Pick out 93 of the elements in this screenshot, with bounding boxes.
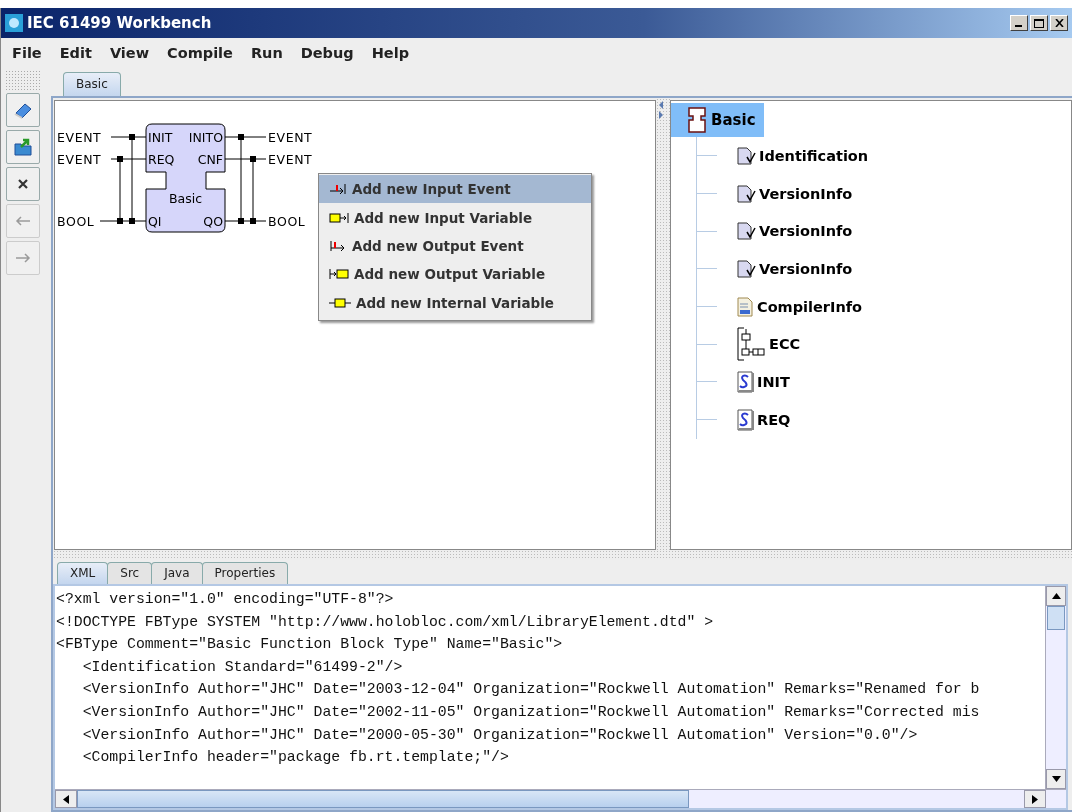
port-label: QO bbox=[203, 214, 223, 229]
splitter-arrows-icon[interactable] bbox=[658, 100, 664, 120]
document-icon bbox=[736, 259, 756, 278]
code-line: <Identification Standard="61499-2"/> bbox=[81, 657, 404, 677]
xml-editor[interactable] bbox=[55, 586, 1045, 789]
toolbar-button[interactable] bbox=[6, 93, 40, 127]
menu-item[interactable]: Add new Internal Variable bbox=[319, 288, 591, 317]
left-arrow-icon bbox=[15, 216, 31, 226]
menu-item[interactable]: Add new Output Variable bbox=[319, 260, 591, 289]
output-event-icon bbox=[329, 239, 347, 252]
connection-line bbox=[224, 136, 267, 138]
state-chart-icon bbox=[736, 327, 766, 362]
tree-item[interactable]: CompilerInfo bbox=[734, 295, 864, 318]
left-arrow-icon bbox=[63, 794, 69, 804]
toolbar-button[interactable] bbox=[6, 130, 40, 164]
menu-item[interactable]: Run bbox=[241, 45, 292, 61]
close-icon bbox=[1054, 19, 1064, 27]
menu-item[interactable]: Add new Input Variable bbox=[319, 203, 591, 232]
port-label: CNF bbox=[197, 152, 223, 167]
tree-item[interactable]: INIT bbox=[734, 369, 792, 394]
tree-item[interactable]: REQ bbox=[734, 407, 793, 432]
editor-tab[interactable]: Basic bbox=[63, 72, 121, 96]
output-variable-icon bbox=[329, 268, 349, 281]
menu-item[interactable]: View bbox=[100, 45, 159, 61]
script-icon bbox=[736, 408, 754, 431]
code-line: <CompilerInfo header="package fb.rt.template;"/> bbox=[81, 748, 510, 768]
document-icon bbox=[736, 222, 756, 241]
tree-item[interactable]: Basic bbox=[671, 103, 764, 137]
internal-variable-icon bbox=[329, 296, 351, 309]
maximize-button[interactable] bbox=[1030, 15, 1048, 31]
connection-line bbox=[110, 158, 147, 160]
menu-item[interactable]: Add new Output Event bbox=[319, 231, 591, 261]
function-block-icon bbox=[687, 107, 707, 133]
tab[interactable]: XML bbox=[57, 562, 109, 584]
function-block[interactable] bbox=[145, 123, 226, 233]
minimize-button[interactable] bbox=[1010, 15, 1028, 31]
down-arrow-icon bbox=[1051, 776, 1061, 782]
code-line: <!DOCTYPE FBType SYSTEM "http://www.holobloc.com/xml/LibraryElement.dtd" > bbox=[56, 612, 715, 632]
scrollbar-thumb[interactable] bbox=[1047, 606, 1065, 630]
type-label: BOOL bbox=[57, 214, 95, 229]
port-label: INIT bbox=[148, 130, 173, 145]
tree-item[interactable]: VersionInfo bbox=[734, 183, 855, 204]
document-icon bbox=[736, 184, 756, 203]
tree-item[interactable]: VersionInfo bbox=[734, 258, 855, 279]
menu-item[interactable]: File bbox=[3, 45, 51, 61]
horizontal-scrollbar[interactable] bbox=[55, 789, 1066, 808]
menu-item[interactable]: Compile bbox=[158, 45, 242, 61]
type-label: EVENT bbox=[268, 152, 313, 167]
vertical-scrollbar[interactable] bbox=[1045, 586, 1066, 789]
input-variable-icon bbox=[329, 211, 349, 224]
port-label: QI bbox=[148, 214, 162, 229]
right-arrow-icon bbox=[1032, 794, 1038, 804]
code-line: <VersionInfo Author="JHC" Date="2003-12-04" Organization="Rockwell Automation" Remarks="Renamed for b bbox=[81, 680, 981, 700]
tab[interactable]: Java bbox=[151, 562, 203, 584]
block-name: Basic bbox=[168, 191, 203, 206]
code-line: <VersionInfo Author="JHC" Date="2002-11-05" Organization="Rockwell Automation" Remarks="Corrected mis bbox=[81, 702, 981, 722]
code-line: <VersionInfo Author="JHC" Date="2000-05-30" Organization="Rockwell Automation" Version="0.0"/> bbox=[81, 725, 919, 745]
tab[interactable]: Src bbox=[107, 562, 153, 584]
maximize-icon bbox=[1034, 18, 1044, 28]
menu-item[interactable]: Help bbox=[362, 45, 418, 61]
type-label: EVENT bbox=[57, 152, 102, 167]
tree-item[interactable]: VersionInfo bbox=[734, 221, 855, 242]
tree-item[interactable]: ECC bbox=[734, 326, 803, 363]
right-arrow-icon bbox=[15, 253, 31, 263]
type-label: EVENT bbox=[268, 130, 313, 145]
eraser-icon bbox=[13, 101, 33, 119]
tree-item[interactable]: Identification bbox=[734, 145, 871, 166]
toolbar-button[interactable] bbox=[6, 167, 40, 201]
port-label: REQ bbox=[148, 152, 175, 167]
app-icon bbox=[5, 14, 23, 32]
connection-line bbox=[224, 220, 267, 222]
code-line: <FBType Comment="Basic Function Block Type" Name="Basic"> bbox=[56, 635, 564, 655]
script-icon bbox=[736, 370, 754, 393]
document-icon bbox=[736, 146, 756, 165]
close-button[interactable] bbox=[1050, 15, 1068, 31]
window-title: IEC 61499 Workbench bbox=[27, 14, 213, 32]
tab[interactable]: Properties bbox=[201, 562, 289, 584]
connection-line bbox=[224, 158, 267, 160]
binary-file-icon bbox=[736, 296, 754, 317]
close-icon bbox=[17, 178, 29, 190]
connection-line bbox=[110, 136, 147, 138]
connection-line bbox=[99, 220, 147, 222]
input-event-icon bbox=[329, 183, 347, 196]
port-label: INITO bbox=[188, 130, 223, 145]
up-arrow-icon bbox=[1051, 593, 1061, 599]
type-label: BOOL bbox=[268, 214, 306, 229]
menu-item[interactable]: Edit bbox=[50, 45, 101, 61]
scrollbar-thumb[interactable] bbox=[77, 790, 689, 808]
code-line: <?xml version="1.0" encoding="UTF-8"?> bbox=[56, 590, 395, 609]
folder-icon bbox=[13, 137, 33, 157]
type-label: EVENT bbox=[57, 130, 102, 145]
menu-item[interactable]: Add new Input Event bbox=[319, 175, 591, 204]
menu-item[interactable]: Debug bbox=[291, 45, 363, 61]
